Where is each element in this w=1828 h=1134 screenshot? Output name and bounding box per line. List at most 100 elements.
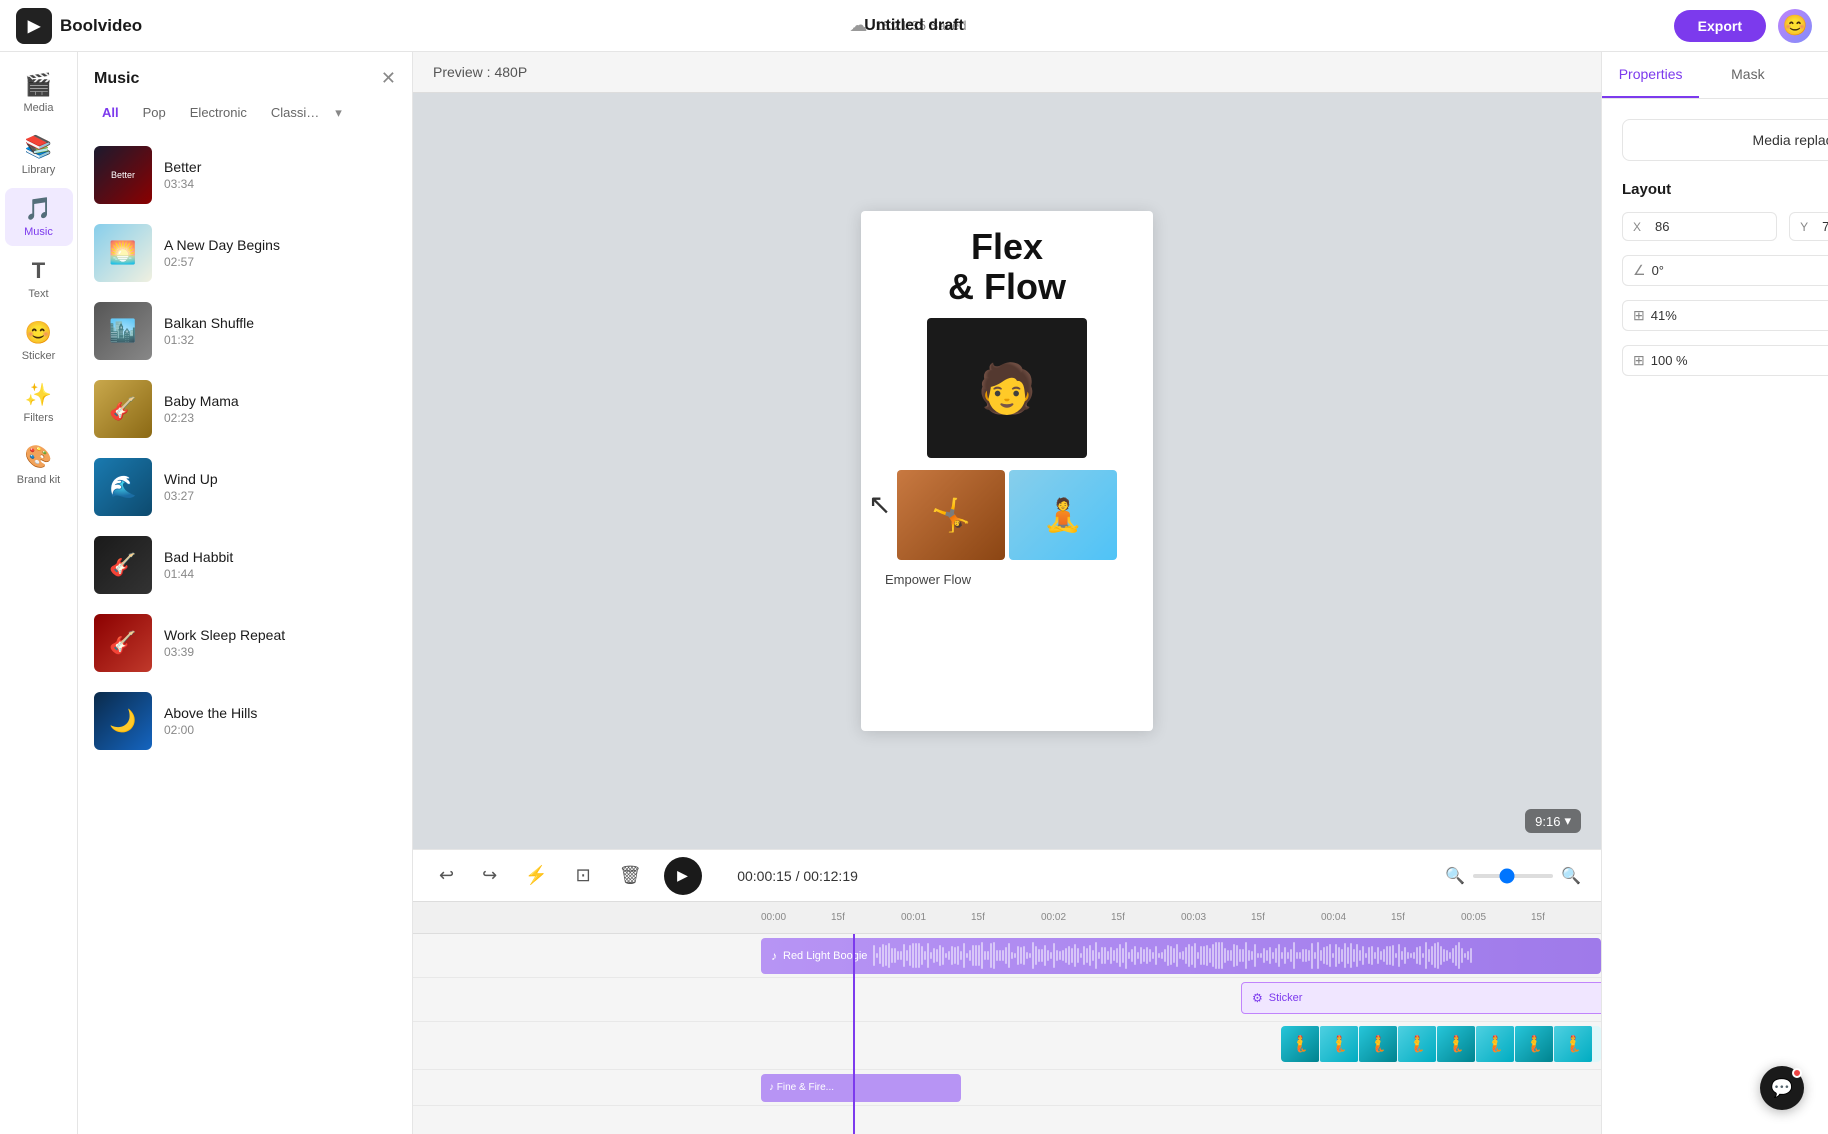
sidebar-item-filters[interactable]: ✨ Filters [5,374,73,432]
track-name: Wind Up [164,471,396,487]
sidebar-item-media[interactable]: 🎬 Media [5,64,73,122]
list-item[interactable]: 🏙️ Balkan Shuffle 01:32 [78,292,412,370]
video-frame-thumbnail: 🧜 [1320,1026,1358,1062]
list-item[interactable]: 🎸 Work Sleep Repeat 03:39 [78,604,412,682]
genre-more-button[interactable]: ▾ [335,105,342,121]
opacity-value[interactable]: 100 % [1651,353,1828,368]
preview-canvas: ↖ Flex & Flow 🧑 🤸 🧘 Empower Flow 9:16 ▾ [413,93,1601,849]
track-duration: 01:32 [164,333,396,347]
track-info: Better 03:34 [164,159,396,191]
redo-button[interactable]: ↪ [476,859,503,892]
split-button[interactable]: ⚡ [519,859,553,892]
properties-content: Media replace Layout ↺ ◇ X 86 [1602,99,1828,1134]
sidebar-item-music[interactable]: 🎵 Music [5,188,73,246]
sidebar-label-sticker: Sticker [22,350,56,362]
track-thumbnail: 🎸 [94,536,152,594]
rotation-value[interactable]: 0° [1652,263,1828,278]
list-item[interactable]: Better Better 03:34 [78,136,412,214]
music-list: Better Better 03:34 🌅 A New Day Begins 0… [78,136,412,1134]
list-item[interactable]: 🌙 Above the Hills 02:00 [78,682,412,760]
sidebar-label-library: Library [22,164,56,176]
media-replace-button[interactable]: Media replace [1622,119,1828,161]
sidebar-item-library[interactable]: 📚 Library [5,126,73,184]
video-title: Flex & Flow [948,227,1066,306]
video-grid-image-1: 🤸 [897,470,1005,560]
music-track-content[interactable]: ♪ Red Light Boogie [761,938,1601,974]
zoom-out-button[interactable]: 🔍 [1445,866,1465,886]
list-item[interactable]: 🌊 Wind Up 03:27 [78,448,412,526]
tab-ai[interactable]: AI AI [1797,52,1828,98]
sidebar-item-brand-kit[interactable]: 🎨 Brand kit [5,436,73,494]
ruler-mark: 00:04 [1321,912,1391,923]
x-value[interactable]: 86 [1655,219,1766,234]
track-duration: 03:34 [164,177,396,191]
sidebar-item-sticker[interactable]: 😊 Sticker [5,312,73,370]
xy-row: X 86 Y 724 ◇ [1622,212,1828,241]
tab-properties[interactable]: Properties [1602,52,1699,98]
track-info: Balkan Shuffle 01:32 [164,315,396,347]
play-button[interactable]: ▶ [664,857,702,895]
music-track-bar[interactable]: ♪ Red Light Boogie [761,938,1601,974]
aspect-ratio-value: 9:16 [1535,814,1560,829]
video-track-row: 🧜 🧜 🧜 🧜 🧜 🧜 🧜 🧜 [413,1022,1601,1070]
ruler-mark: 15f [1391,912,1461,923]
delete-button[interactable]: 🗑 [613,859,648,892]
track-info: Baby Mama 02:23 [164,393,396,425]
music-icon: 🎵 [25,196,52,222]
y-value[interactable]: 724 [1822,219,1828,234]
x-field[interactable]: X 86 [1622,212,1777,241]
zoom-in-button[interactable]: 🔍 [1561,866,1581,886]
logo: ▶ Boolvideo [16,8,142,44]
sidebar-item-text[interactable]: T Text [5,250,73,308]
sticker-track-bar[interactable]: ⚙ Sticker [1241,982,1601,1014]
bottom-track-bar[interactable]: ♪ Fine & Fire... [761,1074,961,1102]
sidebar-label-media: Media [24,102,54,114]
time-display: 00:00:15 / 00:12:19 [718,868,878,884]
notification-dot [1792,1068,1802,1078]
opacity-row: ⊞ 100 % ◇ [1622,345,1828,376]
preview-area: Preview : 480P ↖ Flex & Flow 🧑 🤸 🧘 Empow… [413,52,1601,1134]
layout-title: Layout [1622,181,1671,198]
chat-bubble[interactable]: 💬 [1760,1066,1804,1110]
avatar[interactable]: 😊 [1778,9,1812,43]
close-music-panel-button[interactable]: ✕ [381,68,396,89]
logo-text: Boolvideo [60,16,142,36]
draft-title[interactable]: Untitled draft [864,17,964,35]
track-name: Balkan Shuffle [164,315,396,331]
genre-tab-electronic[interactable]: Electronic [182,101,255,124]
scale-field[interactable]: ⊞ 41% [1622,300,1828,331]
sticker-track-row: ⚙ Sticker [413,978,1601,1022]
layout-header: Layout ↺ ◇ [1622,181,1828,198]
topbar-center: ☁ 18:21:35 Saved Untitled draft [154,15,1661,36]
track-thumbnail: 🎸 [94,380,152,438]
y-field[interactable]: Y 724 [1789,212,1828,241]
topbar: ▶ Boolvideo ☁ 18:21:35 Saved Untitled dr… [0,0,1828,52]
sidebar-label-text: Text [28,288,48,300]
track-info: Above the Hills 02:00 [164,705,396,737]
sticker-track-label: Sticker [1269,992,1303,1004]
scale-value[interactable]: 41% [1651,308,1828,323]
crop-button[interactable]: ⊡ [570,859,597,892]
opacity-icon: ⊞ [1633,352,1645,369]
video-track-bar[interactable]: 🧜 🧜 🧜 🧜 🧜 🧜 🧜 🧜 [1281,1026,1601,1062]
export-button[interactable]: Export [1674,10,1766,42]
genre-tab-classic[interactable]: Classi… [263,101,327,124]
sidebar-label-music: Music [24,226,53,238]
track-duration: 03:39 [164,645,396,659]
list-item[interactable]: 🌅 A New Day Begins 02:57 [78,214,412,292]
list-item[interactable]: 🎸 Baby Mama 02:23 [78,370,412,448]
genre-tab-all[interactable]: All [94,101,127,124]
properties-panel: Properties Mask AI AI Tools Media replac… [1601,52,1828,1134]
tab-mask[interactable]: Mask [1699,52,1796,98]
rotation-field[interactable]: ∠ 0° [1622,255,1828,286]
track-thumbnail: 🌅 [94,224,152,282]
list-item[interactable]: 🎸 Bad Habbit 01:44 [78,526,412,604]
zoom-slider[interactable] [1473,874,1553,878]
opacity-field[interactable]: ⊞ 100 % [1622,345,1828,376]
aspect-ratio-badge[interactable]: 9:16 ▾ [1525,809,1581,833]
track-duration: 01:44 [164,567,396,581]
undo-button[interactable]: ↩ [433,859,460,892]
rotation-icon: ∠ [1633,262,1646,279]
timeline-tracks: ♪ Red Light Boogie ⚙ Sticker [413,934,1601,1134]
genre-tab-pop[interactable]: Pop [135,101,174,124]
